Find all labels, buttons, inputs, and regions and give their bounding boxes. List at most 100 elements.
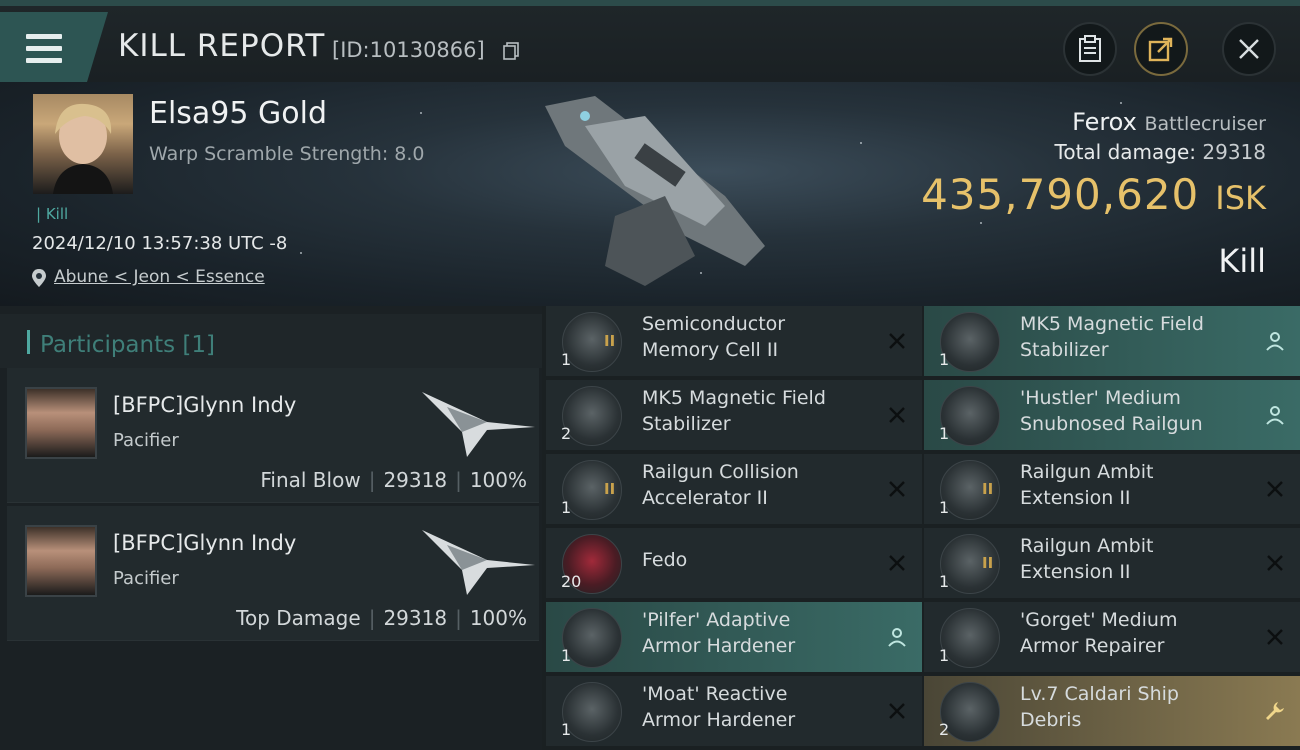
star [1120,102,1122,104]
victim-panel: Elsa95 Gold Warp Scramble Strength: 8.0 … [0,82,1300,306]
item-slot[interactable]: 2 Lv.7 Caldari Ship Debris [924,676,1300,748]
participants-header: Participants [1] [0,314,542,368]
participant-role: Top Damage [236,606,361,630]
item-name-line: Stabilizer [642,413,731,435]
item-name-line: 'Gorget' Medium [1020,609,1178,631]
clipboard-button[interactable] [1063,22,1117,76]
items-grid: 1 II Semiconductor Memory Cell II 1 MK5 M… [542,306,1300,750]
item-slot[interactable]: 1 'Pilfer' Adaptive Armor Hardener [546,602,922,674]
item-meta-level: II [604,332,616,350]
item-name-line: Railgun Collision [642,461,799,483]
participants-title-label: Participants [40,332,176,358]
hamburger-icon [26,34,62,64]
item-name-line: Snubnosed Railgun [1020,413,1203,435]
item-meta-level: II [604,480,616,498]
item-name: Railgun Ambit Extension II [1020,459,1250,511]
item-name: 'Hustler' Medium Snubnosed Railgun [1020,385,1250,437]
item-name-line: MK5 Magnetic Field [642,387,826,409]
item-name-line: Accelerator II [642,487,768,509]
item-name: 'Moat' Reactive Armor Hardener [642,681,872,733]
clipboard-icon [1079,35,1101,62]
item-slot[interactable]: 20 Fedo [546,528,922,600]
item-quantity: 2 [939,720,950,739]
victim-portrait[interactable] [33,94,133,194]
item-slot[interactable]: 1 II Railgun Collision Accelerator II [546,454,922,526]
participant-name: [BFPC]Glynn Indy [113,531,297,555]
total-damage: Total damage: 29318 [1055,140,1266,164]
participant-ship-image [422,392,535,457]
item-name-line: Armor Hardener [642,635,796,657]
star [860,142,862,144]
item-slot[interactable]: 1 II Semiconductor Memory Cell II [546,306,922,378]
participants-panel: Participants [1] [BFPC]Glynn Indy Pacifi… [0,306,542,750]
item-name-line: Extension II [1020,487,1131,509]
item-name: 'Pilfer' Adaptive Armor Hardener [642,607,872,659]
participant-stats: Top Damage | 29318 | 100% [236,606,527,630]
close-icon [1267,629,1283,645]
participant-damage: 29318 [383,468,448,492]
item-name: 'Gorget' Medium Armor Repairer [1020,607,1250,659]
star [420,112,422,114]
participant-percent: 100% [469,606,527,630]
participant-avatar [25,525,97,597]
item-slot[interactable]: 1 MK5 Magnetic Field Stabilizer [924,306,1300,378]
report-id: [ID:10130866] [332,38,485,62]
warp-scramble-strength: Warp Scramble Strength: 8.0 [149,143,425,165]
item-name-line: Fedo [642,549,688,571]
person-icon [888,628,906,647]
location-link[interactable]: Abune < Jeon < Essence [54,267,265,287]
item-name-line: Lv.7 Caldari Ship [1020,683,1179,705]
avatar [53,103,113,194]
item-meta-level: II [982,554,994,572]
participant-ship-image [422,530,535,595]
top-bar: KILL REPORT [ID:10130866] [0,0,1300,84]
share-icon [1148,37,1173,62]
item-slot[interactable]: 1 'Hustler' Medium Snubnosed Railgun [924,380,1300,452]
participant-damage: 29318 [383,606,448,630]
person-icon [1266,332,1284,351]
item-slot[interactable]: 1 II Railgun Ambit Extension II [924,454,1300,526]
item-name-line: Stabilizer [1020,339,1109,361]
participants-count: [1] [182,332,216,358]
isk-value: 435,790,620 [921,170,1200,219]
item-slot[interactable]: 1 II Railgun Ambit Extension II [924,528,1300,600]
item-name-line: Memory Cell II [642,339,779,361]
participant-ship: Pacifier [113,430,179,451]
item-quantity: 1 [939,572,950,591]
star [300,252,302,254]
participant-name: [BFPC]Glynn Indy [113,393,297,417]
participant-role: Final Blow [260,468,361,492]
item-name: Railgun Ambit Extension II [1020,533,1250,585]
item-name-line: MK5 Magnetic Field [1020,313,1204,335]
close-icon [889,481,905,497]
item-quantity: 1 [561,350,572,369]
item-name-line: 'Pilfer' Adaptive [642,609,791,631]
menu-button[interactable] [0,12,108,84]
item-name-line: Armor Hardener [642,709,796,731]
item-quantity: 1 [561,646,572,665]
participant-stats: Final Blow | 29318 | 100% [260,468,527,492]
participant-percent: 100% [469,468,527,492]
share-button[interactable] [1134,22,1188,76]
close-icon [1267,555,1283,571]
item-slot[interactable]: 1 'Gorget' Medium Armor Repairer [924,602,1300,674]
close-button[interactable] [1222,22,1276,76]
participant-card[interactable]: [BFPC]Glynn Indy Pacifier Final Blow | 293… [7,368,539,503]
item-slot[interactable]: 2 MK5 Magnetic Field Stabilizer [546,380,922,452]
kill-result: Kill [1218,242,1266,280]
item-slot[interactable]: 1 'Moat' Reactive Armor Hardener [546,676,922,748]
item-quantity: 20 [561,572,582,591]
ship-name: Ferox [1072,108,1137,136]
participant-avatar [25,387,97,459]
item-name-line: Railgun Ambit [1020,535,1154,557]
ship-class: Battlecruiser [1144,113,1266,135]
participants-title: Participants [1] [40,332,215,358]
close-icon [889,407,905,423]
location-pin-icon [32,269,46,287]
item-meta-level: II [982,480,994,498]
copy-icon[interactable] [503,42,519,60]
participant-card[interactable]: [BFPC]Glynn Indy Pacifier Top Damage | 293… [7,506,539,641]
item-quantity: 1 [939,646,950,665]
item-quantity: 1 [561,720,572,739]
total-damage-value: 29318 [1202,140,1266,164]
